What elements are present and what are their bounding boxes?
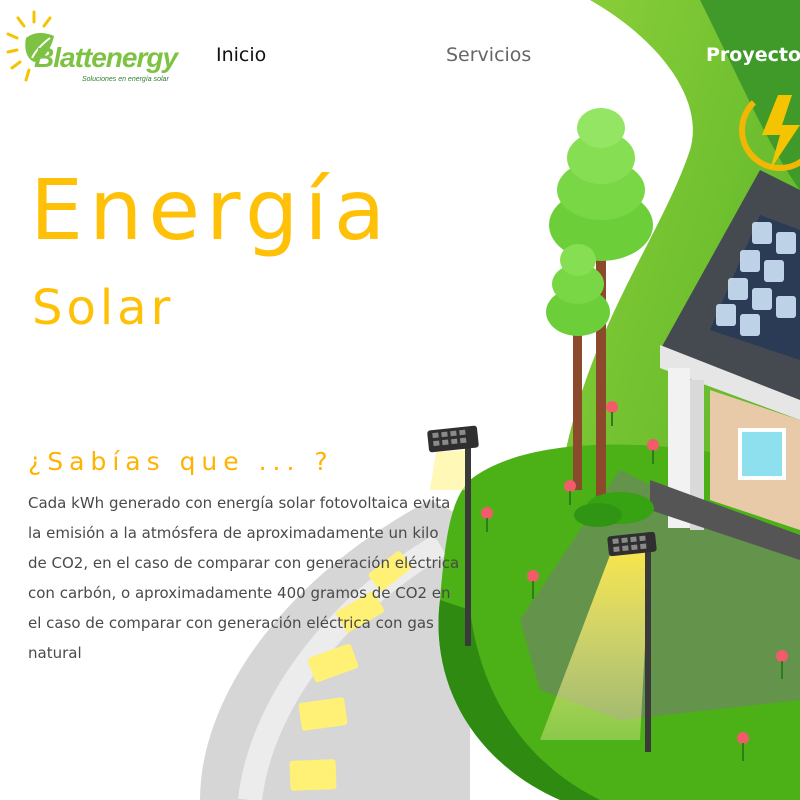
nav-link-proyectos[interactable]: Proyectos	[706, 44, 800, 66]
fact-question: ¿Sabías que ... ?	[28, 447, 334, 476]
brand-name: Blattenergy	[34, 42, 178, 73]
hero-subtitle: Solar	[32, 280, 175, 336]
fact-text: Cada kWh generado con energía solar foto…	[28, 494, 460, 662]
bush	[574, 503, 622, 527]
brand-logo[interactable]: Blattenergy Soluciones en energía solar	[4, 8, 204, 88]
nav-link-inicio[interactable]: Inicio	[216, 44, 266, 66]
hero-title: Energía	[30, 161, 392, 259]
brand-tagline: Soluciones en energía solar	[82, 76, 169, 83]
hero-illustration	[200, 0, 800, 800]
nav-link-servicios[interactable]: Servicios	[446, 44, 531, 66]
